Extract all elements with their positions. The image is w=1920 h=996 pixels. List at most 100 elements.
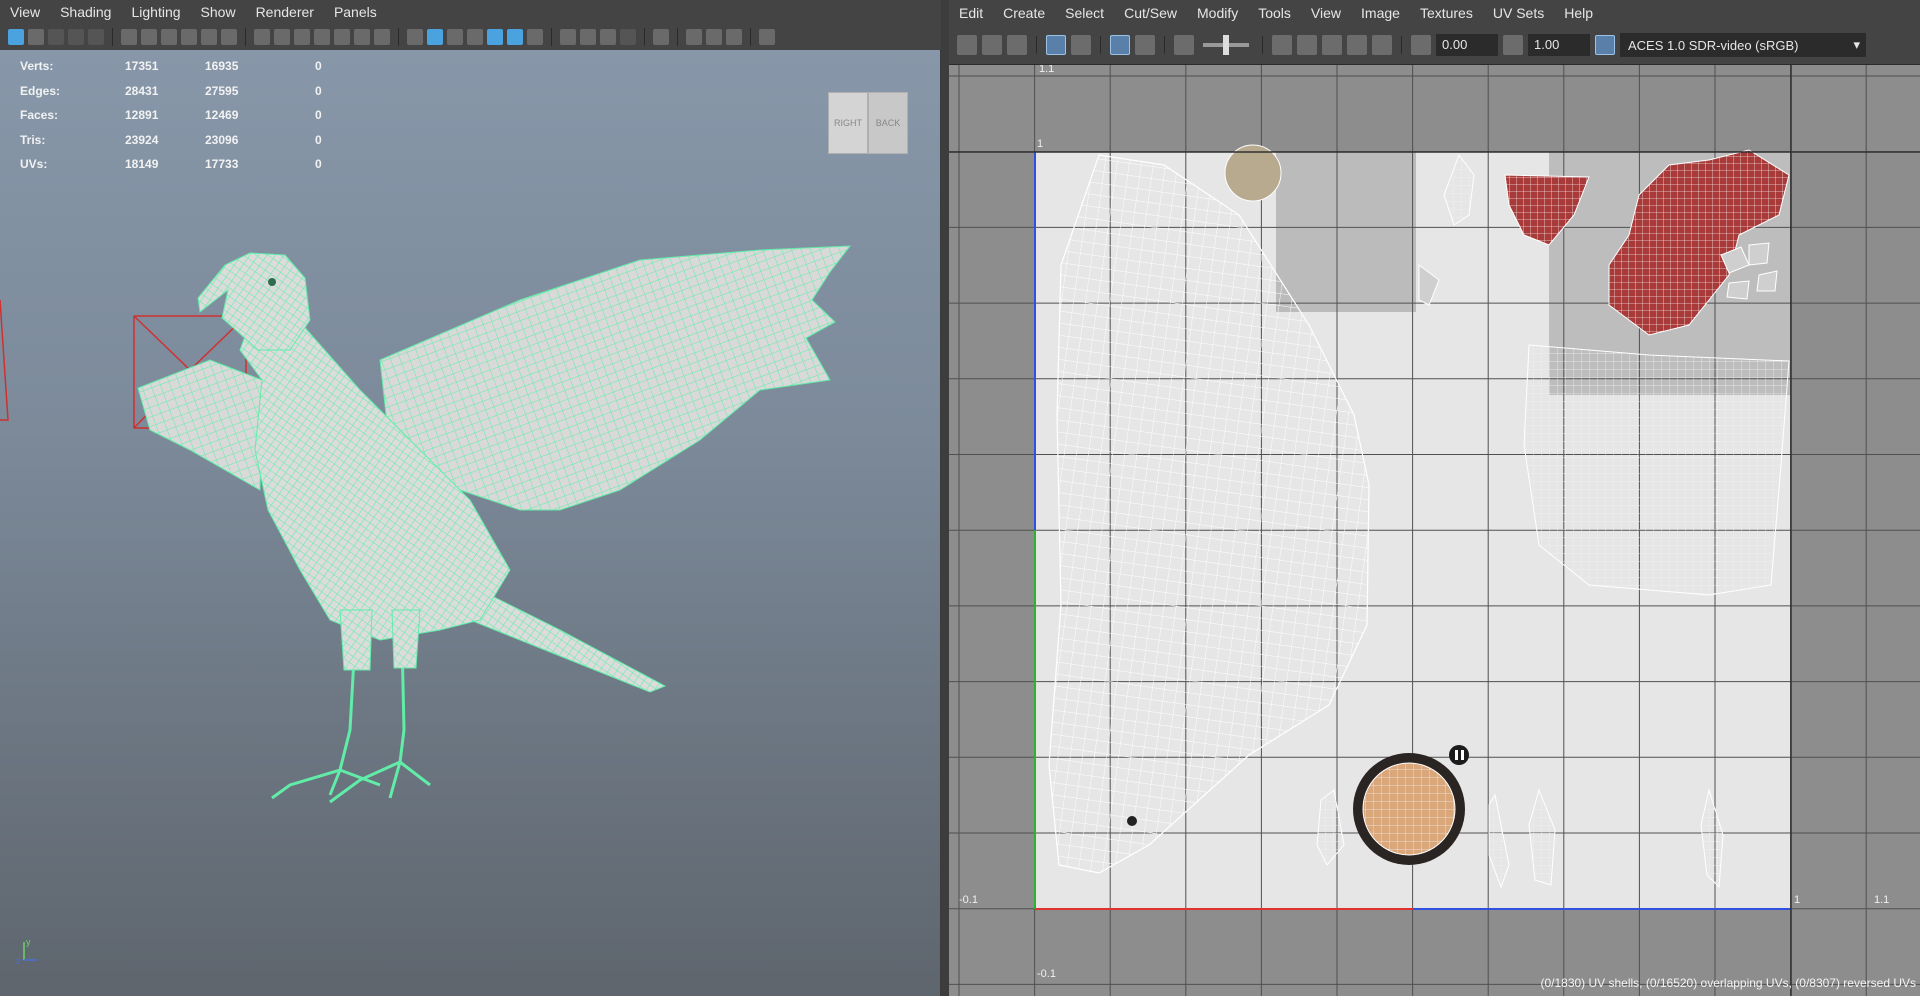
xray-joints-icon[interactable]	[706, 29, 722, 45]
gamma-field[interactable]: 1.00	[1528, 34, 1590, 56]
axis-z-label: z	[16, 956, 21, 966]
tail	[469, 589, 667, 693]
uv-checker-icon[interactable]	[1007, 35, 1027, 55]
snapshot-camera-icon[interactable]	[1174, 35, 1194, 55]
view-cube-back-face[interactable]: BACK	[868, 92, 908, 154]
image-dim-slider[interactable]	[1203, 35, 1249, 55]
color-space-value: ACES 1.0 SDR-video (sRGB)	[1628, 37, 1799, 53]
texture-borders-icon[interactable]	[1046, 35, 1066, 55]
uv-shell-icon[interactable]	[957, 35, 977, 55]
xray-icon[interactable]	[686, 29, 702, 45]
menu-shading[interactable]: Shading	[50, 0, 121, 24]
two-d-pan-icon[interactable]	[88, 29, 104, 45]
bookmark-icon[interactable]	[48, 29, 64, 45]
refresh-icon[interactable]	[1322, 35, 1342, 55]
dim-image-icon[interactable]	[1071, 35, 1091, 55]
far-wing	[137, 359, 263, 491]
uv-distortion-icon[interactable]	[982, 35, 1002, 55]
axis-gizmo: y z	[14, 936, 44, 966]
pixel-snap-icon[interactable]	[1135, 35, 1155, 55]
exposure-icon[interactable]	[1411, 35, 1431, 55]
safe-title-icon[interactable]	[374, 29, 390, 45]
textured-icon[interactable]	[467, 29, 483, 45]
view-cube-right-face[interactable]: RIGHT	[828, 92, 868, 154]
toolbar-divider	[551, 28, 552, 46]
menu-textures[interactable]: Textures	[1410, 1, 1483, 25]
color-management-icon[interactable]	[1595, 35, 1615, 55]
film-gate-icon[interactable]	[274, 29, 290, 45]
menu-modify[interactable]: Modify	[1187, 1, 1248, 25]
grid-toggle-icon[interactable]	[1110, 35, 1130, 55]
toolbar-divider	[750, 28, 751, 46]
wireframe-on-shaded-icon[interactable]	[487, 29, 503, 45]
menu-help[interactable]: Help	[1554, 1, 1603, 25]
safe-action-icon[interactable]	[354, 29, 370, 45]
menu-view[interactable]: View	[0, 0, 50, 24]
depth-of-field-icon[interactable]	[620, 29, 636, 45]
isolate-icon[interactable]	[1272, 35, 1292, 55]
uv-dot	[1127, 816, 1137, 826]
isolate-select-icon[interactable]	[653, 29, 669, 45]
menu-edit[interactable]: Edit	[949, 1, 993, 25]
menu-uv-view[interactable]: View	[1301, 1, 1351, 25]
camera-attributes-icon[interactable]	[28, 29, 44, 45]
psd-icon[interactable]	[1372, 35, 1392, 55]
menu-lighting[interactable]: Lighting	[121, 0, 190, 24]
use-all-lights-icon[interactable]	[507, 29, 523, 45]
gamma-icon[interactable]	[1503, 35, 1523, 55]
uv-editor-menubar: Edit Create Select Cut/Sew Modify Tools …	[949, 0, 1920, 26]
camera-icon[interactable]	[121, 29, 137, 45]
bird-wireframe-model[interactable]	[0, 50, 940, 996]
menu-uv-sets[interactable]: UV Sets	[1483, 1, 1554, 25]
menu-tools[interactable]: Tools	[1248, 1, 1301, 25]
grease-pencil-icon[interactable]	[201, 29, 217, 45]
grid-icon[interactable]	[254, 29, 270, 45]
uv-toolbar: 0.00 1.00 ACES 1.0 SDR-video (sRGB) ▾	[949, 26, 1920, 65]
shadows-icon[interactable]	[527, 29, 543, 45]
hud-label: UVs:	[20, 157, 48, 172]
hud-c1: 18149	[125, 157, 159, 172]
crop-icon[interactable]	[1347, 35, 1367, 55]
motion-blur-icon[interactable]	[580, 29, 596, 45]
menu-select[interactable]: Select	[1055, 1, 1114, 25]
pen-icon[interactable]	[221, 29, 237, 45]
menu-image[interactable]: Image	[1351, 1, 1410, 25]
uv-canvas[interactable]: 1.1 1 -0.1 1 1.1 -0.1 (0/1830) UV shells…	[949, 65, 1920, 996]
ambient-occlusion-icon[interactable]	[560, 29, 576, 45]
hud-c2: 16935	[205, 59, 239, 74]
menu-show[interactable]: Show	[191, 0, 246, 24]
uv-label-u-max: 1.1	[1874, 894, 1890, 906]
default-material-icon[interactable]	[447, 29, 463, 45]
exposure-field[interactable]: 0.00	[1436, 34, 1498, 56]
toolbar-divider	[1036, 36, 1037, 54]
toolbar-divider	[644, 28, 645, 46]
image-display-icon[interactable]	[1297, 35, 1317, 55]
field-chart-icon[interactable]	[334, 29, 350, 45]
menu-panels[interactable]: Panels	[324, 0, 387, 24]
camera-attr-icon[interactable]	[161, 29, 177, 45]
menu-renderer[interactable]: Renderer	[246, 0, 324, 24]
anti-aliasing-icon[interactable]	[600, 29, 616, 45]
toolbar-divider	[398, 28, 399, 46]
3d-viewport[interactable]: Verts: 17351 16935 0 Edges: 28431 27595 0 Faces:…	[0, 50, 940, 996]
viewport-settings-icon[interactable]	[759, 29, 775, 45]
viewport-panel: View Shading Lighting Show Renderer Pane…	[0, 0, 945, 996]
menu-cut-sew[interactable]: Cut/Sew	[1114, 1, 1187, 25]
bookmark-camera-icon[interactable]	[181, 29, 197, 45]
gate-mask-icon[interactable]	[314, 29, 330, 45]
lock-camera-icon[interactable]	[141, 29, 157, 45]
wireframe-icon[interactable]	[407, 29, 423, 45]
view-cube[interactable]: RIGHT BACK	[828, 92, 908, 154]
hud-c2: 23096	[205, 132, 239, 147]
backface-culling-icon[interactable]	[726, 29, 742, 45]
bird-eye	[268, 278, 276, 286]
color-space-dropdown[interactable]: ACES 1.0 SDR-video (sRGB) ▾	[1620, 33, 1866, 57]
menu-create[interactable]: Create	[993, 1, 1055, 25]
smooth-shade-icon[interactable]	[427, 29, 443, 45]
select-camera-icon[interactable]	[8, 29, 24, 45]
toolbar-divider	[1262, 36, 1263, 54]
image-plane-icon[interactable]	[68, 29, 84, 45]
resolution-gate-icon[interactable]	[294, 29, 310, 45]
panel-divider[interactable]	[941, 0, 949, 996]
uv-label-v-min: -0.1	[1037, 968, 1056, 980]
